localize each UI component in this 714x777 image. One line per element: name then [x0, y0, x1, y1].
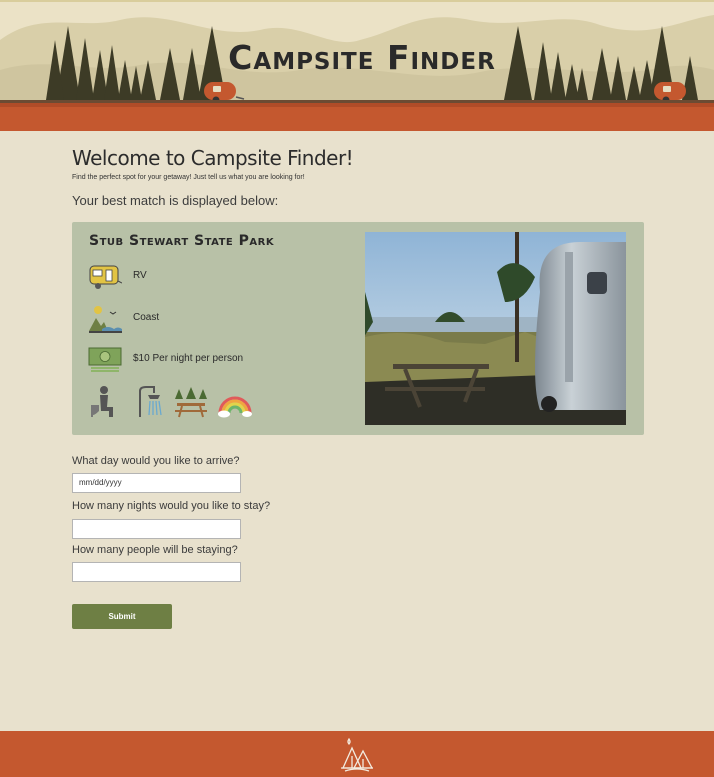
nights-input[interactable] [72, 519, 241, 539]
feature-label: RV [133, 270, 147, 281]
money-icon [88, 347, 122, 372]
site-title: Campsite Finder [228, 38, 496, 77]
site-footer [0, 731, 714, 777]
tagline: Find the perfect spot for your getaway! … [72, 174, 305, 181]
feature-label: $10 Per night per person [133, 353, 244, 364]
rv-trailer-icon [89, 265, 122, 289]
submit-button[interactable]: Submit [72, 604, 172, 629]
people-label: How many people will be staying? [72, 544, 238, 556]
people-input[interactable] [72, 562, 241, 582]
arrive-date-input[interactable]: mm/dd/yyyy [72, 473, 241, 493]
result-card: Stub Stewart State Park RV Coast $10 Per… [72, 222, 644, 435]
rainbow-icon [218, 396, 252, 418]
arrive-label: What day would you like to arrive? [72, 455, 240, 467]
match-text: Your best match is displayed below: [72, 193, 279, 208]
shower-icon [139, 386, 162, 417]
park-name: Stub Stewart State Park [89, 233, 275, 249]
picnic-table-icon [175, 387, 207, 418]
site-header: Campsite Finder [0, 0, 714, 131]
toilet-icon [91, 386, 113, 417]
campsite-photo [365, 232, 626, 425]
coast-icon [89, 306, 122, 333]
welcome-heading: Welcome to Campsite Finder! [72, 146, 354, 170]
campfire-tent-logo-icon [341, 737, 374, 772]
nights-label: How many nights would you like to stay? [72, 500, 271, 512]
feature-label: Coast [133, 312, 160, 323]
